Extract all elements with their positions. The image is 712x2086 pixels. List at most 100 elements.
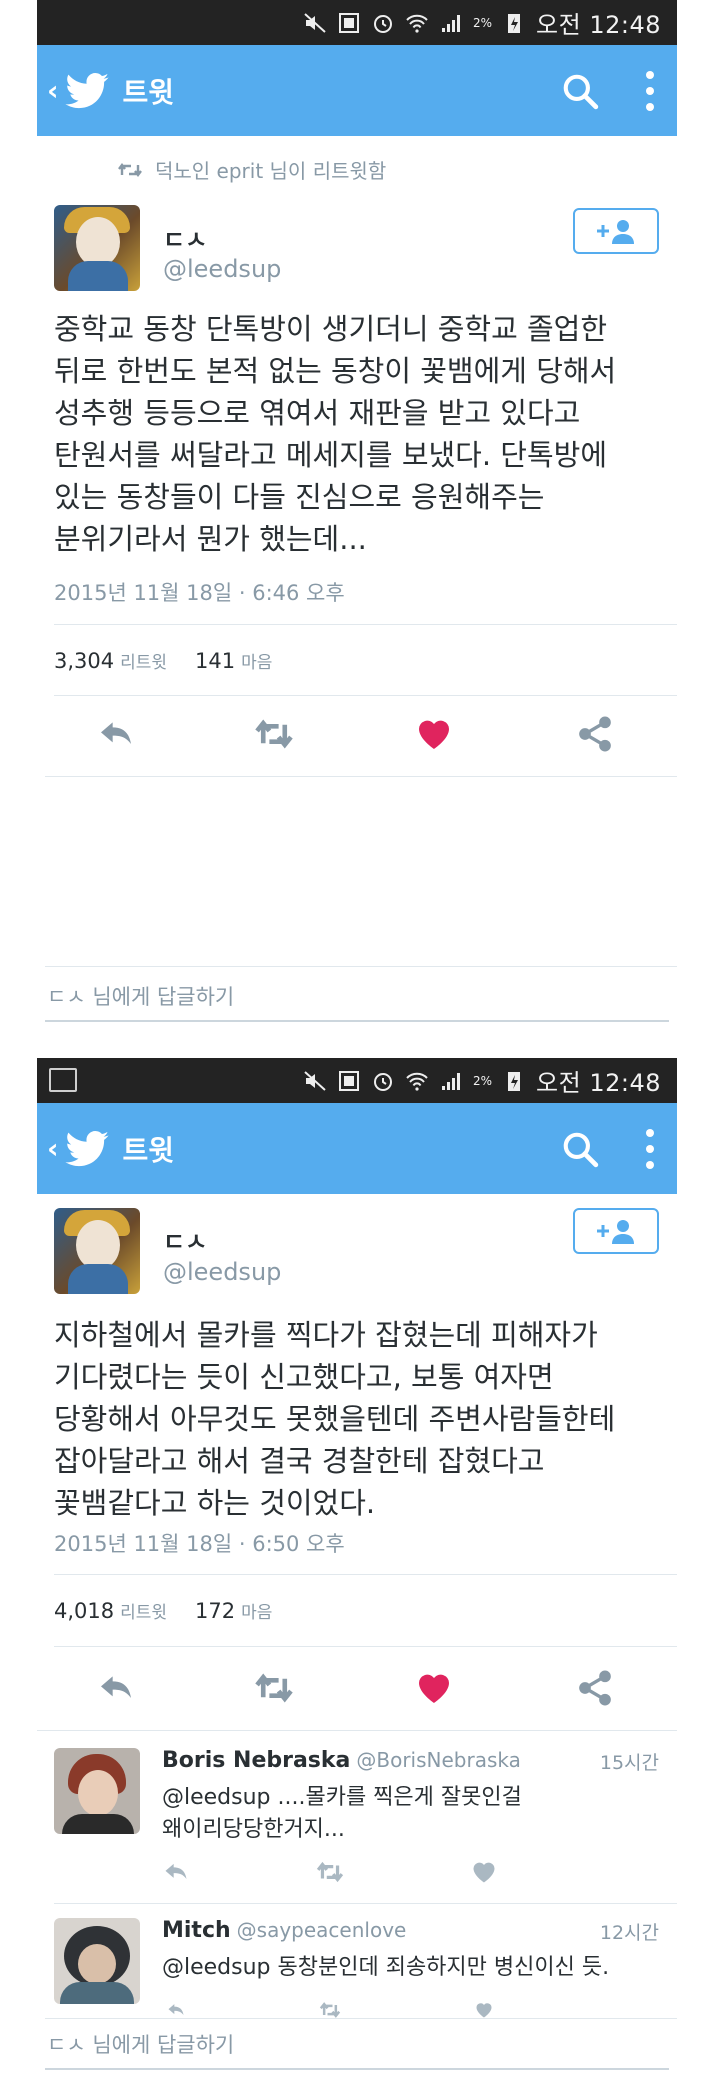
retweet-count[interactable]: 3,304 [54,649,114,673]
status-bar: 2% 오전 12:48 [37,0,677,45]
like-count-label: 마음 [241,653,273,673]
tweet-timestamp: 2015년 11월 18일 · 6:50 오후 [54,1532,345,1556]
nfc-icon [337,1069,361,1093]
retweet-count-label: 리트윗 [120,653,168,673]
wifi-icon [405,11,429,35]
reply-author-name: Mitch [162,1918,231,1943]
app-bar: ‹ 트윗 [37,1103,677,1194]
page-title: 트윗 [122,1133,175,1167]
twitter-bird-icon [64,1130,109,1166]
add-user-icon [597,220,634,244]
reply-icon[interactable] [162,2000,190,2020]
reply-icon[interactable] [96,714,136,754]
divider [45,776,677,777]
divider [54,695,677,696]
reply-text: @leedsup ....몰카를 찍은게 잘못인걸 왜이리당당한거지... [162,1785,522,1842]
retweet-icon[interactable] [316,1858,344,1886]
add-user-icon [597,1220,634,1244]
avatar[interactable] [54,1208,140,1294]
retweet-count[interactable]: 4,018 [54,1599,114,1623]
follow-button[interactable] [573,1208,659,1254]
tweet-timestamp: 2015년 11월 18일 · 6:46 오후 [54,581,345,605]
search-icon[interactable] [561,72,599,110]
page-title: 트윗 [122,75,175,109]
reply-avatar[interactable] [54,1918,140,2004]
retweet-icon[interactable] [316,2000,344,2020]
clock: 오전 12:48 [536,11,661,39]
like-heart-icon[interactable] [414,714,454,754]
retweet-icon[interactable] [254,714,294,754]
user-name[interactable]: ㄷㅅ [163,220,207,255]
wifi-icon [405,1069,429,1093]
share-icon[interactable] [575,1668,615,1708]
like-count[interactable]: 141 [195,649,235,673]
reply-icon[interactable] [96,1668,136,1708]
reply-icon[interactable] [162,1858,190,1886]
reply-author-name: Boris Nebraska [162,1748,351,1773]
twitter-bird-icon [64,72,109,108]
alarm-icon [371,11,395,35]
battery-charging-icon [502,11,526,35]
reply-author-handle: @saypeacenlove [236,1918,407,1942]
battery-charging-icon [502,1069,526,1093]
divider [37,1730,677,1731]
gallery-notification-icon [49,1068,77,1092]
reply-text: @leedsup 동창분인데 죄송하지만 병신이신 듯. [162,1955,610,1980]
back-button[interactable]: ‹ [47,1132,59,1165]
tweet-stats: 3,304 리트윗 141 마음 [54,648,300,673]
back-button[interactable]: ‹ [47,74,59,107]
reply-author[interactable]: Mitch @saypeacenlove [162,1918,406,1943]
search-icon[interactable] [561,1130,599,1168]
signal-icon [439,1069,463,1093]
user-handle[interactable]: @leedsup [163,255,281,283]
battery-percent: 2% [473,15,493,30]
user-name[interactable]: ㄷㅅ [163,1222,207,1257]
alarm-icon [371,1069,395,1093]
reply-time: 12시간 [599,1922,659,1944]
like-count[interactable]: 172 [195,1599,235,1623]
nfc-icon [337,11,361,35]
clock: 오전 12:48 [536,1069,661,1097]
retweet-count-label: 리트윗 [120,1603,168,1623]
follow-button[interactable] [573,208,659,254]
status-bar: 2% 오전 12:48 [37,1058,677,1103]
reply-tweet[interactable]: Boris Nebraska @BorisNebraska 15시간 @leeds… [54,1748,677,1898]
app-bar: ‹ 트윗 [37,45,677,136]
reply-time: 15시간 [599,1752,659,1774]
screenshot-1: 2% 오전 12:48 ‹ 트윗 덕노인 eprit 님이 리트윗함 ㄷㅅ @l… [37,0,677,1040]
reply-author-handle: @BorisNebraska [356,1748,521,1772]
tweet-text: 중학교 동창 단톡방이 생기더니 중학교 졸업한 뒤로 한번도 본적 없는 동창… [54,312,617,556]
retweet-icon[interactable] [254,1668,294,1708]
mute-icon [303,1069,327,1093]
reply-tweet[interactable]: Mitch @saypeacenlove 12시간 @leedsup 동창분인데 … [54,1918,677,2018]
divider [54,1646,677,1647]
reply-author[interactable]: Boris Nebraska @BorisNebraska [162,1748,521,1773]
mute-icon [303,11,327,35]
tweet-text: 지하철에서 몰카를 찍다가 잡혔는데 피해자가 기다렸다는 듯이 신고했다고, … [54,1318,616,1520]
retweeted-by-note[interactable]: 덕노인 eprit 님이 리트윗함 [117,155,386,184]
share-icon[interactable] [575,714,615,754]
battery-percent: 2% [473,1073,493,1088]
more-options-icon[interactable] [645,69,655,113]
like-heart-icon[interactable] [470,1858,498,1886]
tweet-actions [37,1654,677,1724]
reply-input[interactable]: ㄷㅅ 님에게 답글하기 [45,2020,669,2070]
like-count-label: 마음 [241,1603,273,1623]
user-handle[interactable]: @leedsup [163,1258,281,1286]
screenshot-2: 2% 오전 12:48 ‹ 트윗 ㄷㅅ @leedsup 지하철에서 몰카를 찍… [37,1058,677,2086]
reply-avatar[interactable] [54,1748,140,1834]
divider [54,624,677,625]
divider [54,1903,677,1904]
tweet-stats: 4,018 리트윗 172 마음 [54,1598,300,1623]
divider [54,1574,677,1575]
retweet-icon [118,162,142,177]
like-heart-icon[interactable] [414,1668,454,1708]
like-heart-icon[interactable] [470,2000,498,2020]
more-options-icon[interactable] [645,1127,655,1171]
signal-icon [439,11,463,35]
divider [45,966,677,967]
reply-input[interactable]: ㄷㅅ 님에게 답글하기 [45,972,669,1022]
avatar[interactable] [54,205,140,291]
retweeted-by-label: 덕노인 eprit 님이 리트윗함 [155,159,387,183]
tweet-actions [37,700,677,770]
